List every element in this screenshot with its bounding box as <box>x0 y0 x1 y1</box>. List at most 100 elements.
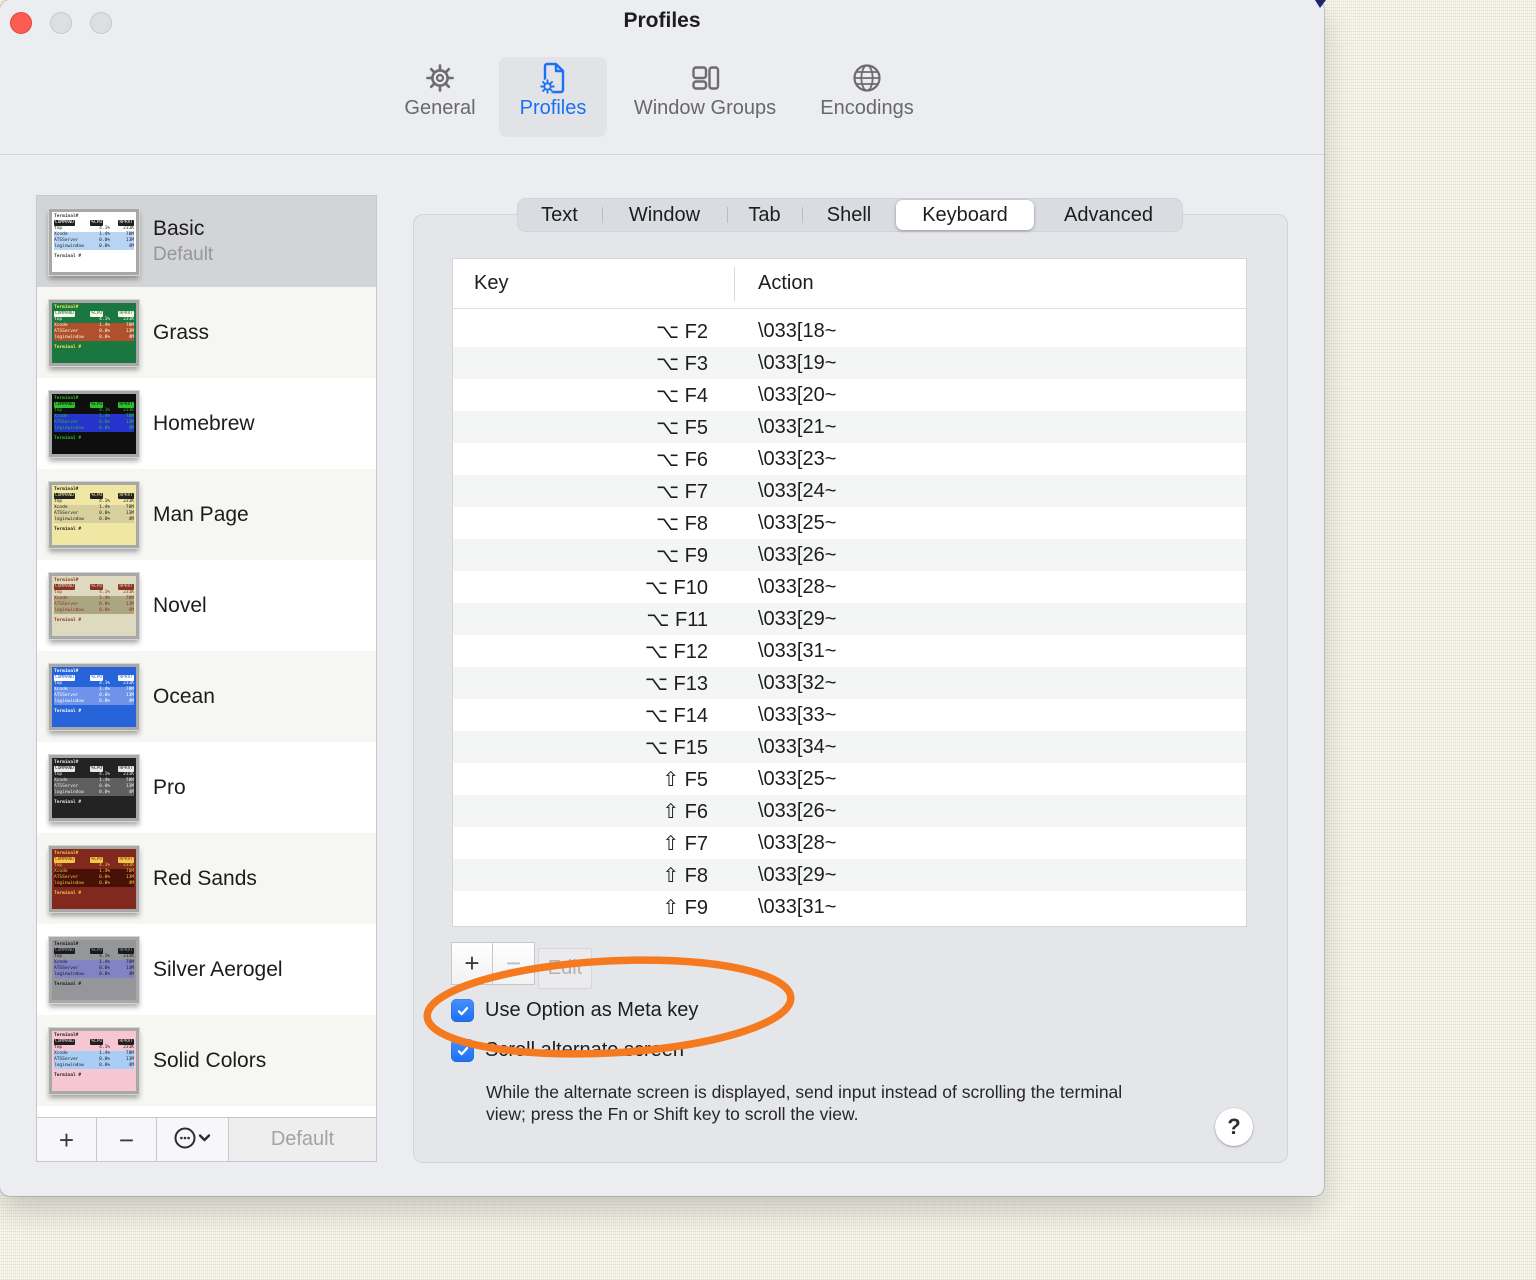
key-cell: ⇧ F5 <box>662 768 708 791</box>
set-default-button[interactable]: Default <box>229 1118 376 1161</box>
checkbox-checked-icon[interactable] <box>451 1039 474 1062</box>
key-cell: ⌥ F5 <box>656 416 708 439</box>
checkbox-checked-icon[interactable] <box>451 999 474 1022</box>
settings-tab-bar: Text Window Tab Shell Keyboard Advanced <box>517 198 1183 232</box>
action-cell: \033[25~ <box>758 511 837 534</box>
tab-text[interactable]: Text <box>517 198 602 232</box>
column-header-key[interactable]: Key <box>474 272 508 295</box>
profile-row-silver-aerogel[interactable]: Terminal# COMMAND %CPU RPRVT top 4.1% 231K Xcod… <box>37 924 376 1015</box>
key-cell: ⌥ F2 <box>656 320 708 343</box>
key-mapping-row[interactable]: ⌥ F2 \033[18~ <box>453 315 1246 347</box>
key-mapping-row[interactable]: ⌥ F8 \033[25~ <box>453 507 1246 539</box>
profile-row-red-sands[interactable]: Terminal# COMMAND %CPU RPRVT top 4.1% 231K Xcod… <box>37 833 376 924</box>
key-mapping-row[interactable]: ⌥ F11 \033[29~ <box>453 603 1246 635</box>
column-divider[interactable] <box>734 267 735 301</box>
scroll-alternate-screen-label: Scroll alternate screen <box>485 1039 684 1061</box>
key-mapping-row[interactable]: ⌥ F6 \033[23~ <box>453 443 1246 475</box>
profile-list: Terminal# COMMAND %CPU RPRVT top 4.1% 231K Xcod… <box>37 196 376 1117</box>
key-cell: ⌥ F6 <box>656 448 708 471</box>
tab-advanced[interactable]: Advanced <box>1034 198 1183 232</box>
add-profile-button[interactable]: + <box>37 1118 97 1161</box>
toolbar-item-general[interactable]: General <box>388 57 492 137</box>
profile-thumbnail: Terminal# COMMAND %CPU RPRVT top 4.1% 231K Xcod… <box>48 207 140 276</box>
action-cell: \033[31~ <box>758 639 837 662</box>
profile-thumbnail: Terminal# COMMAND %CPU RPRVT top 4.1% 231K Xcod… <box>48 298 140 367</box>
key-mapping-row[interactable]: ⌥ F14 \033[33~ <box>453 699 1246 731</box>
action-cell: \033[31~ <box>758 895 837 918</box>
key-mapping-row[interactable]: ⇧ F9 \033[31~ <box>453 891 1246 923</box>
profile-name: Basic <box>153 217 205 240</box>
key-mapping-row[interactable]: ⌥ F5 \033[21~ <box>453 411 1246 443</box>
profile-name: Silver Aerogel <box>153 957 283 981</box>
tab-shell[interactable]: Shell <box>802 198 896 232</box>
action-cell: \033[20~ <box>758 383 837 406</box>
key-mapping-row[interactable]: ⌥ F3 \033[19~ <box>453 347 1246 379</box>
key-mapping-row[interactable]: ⌥ F9 \033[26~ <box>453 539 1246 571</box>
help-button[interactable]: ? <box>1215 1108 1253 1146</box>
key-cell: ⌥ F10 <box>644 576 708 599</box>
profile-name: Homebrew <box>153 411 255 435</box>
window-title: Profiles <box>623 9 701 32</box>
key-mapping-row[interactable]: ⌥ F13 \033[32~ <box>453 667 1246 699</box>
profile-row-ocean[interactable]: Terminal# COMMAND %CPU RPRVT top 4.1% 231K Xcod… <box>37 651 376 742</box>
profile-row-homebrew[interactable]: Terminal# COMMAND %CPU RPRVT top 4.1% 231K Xcod… <box>37 378 376 469</box>
toolbar-item-profiles[interactable]: Profiles <box>499 57 607 137</box>
key-cell: ⌥ F13 <box>644 672 708 695</box>
tab-tab[interactable]: Tab <box>727 198 802 232</box>
key-mapping-row[interactable]: ⌥ F4 \033[20~ <box>453 379 1246 411</box>
key-cell: ⌥ F12 <box>644 640 708 663</box>
key-cell: ⌥ F8 <box>656 512 708 535</box>
profile-thumbnail: Terminal# COMMAND %CPU RPRVT top 4.1% 231K Xcod… <box>48 571 140 640</box>
tab-window[interactable]: Window <box>602 198 727 232</box>
profile-thumbnail: Terminal# COMMAND %CPU RPRVT top 4.1% 231K Xcod… <box>48 753 140 822</box>
profile-name: Man Page <box>153 502 249 526</box>
key-cell: ⌥ F4 <box>656 384 708 407</box>
key-mapping-row[interactable]: ⌥ F10 \033[28~ <box>453 571 1246 603</box>
add-key-button[interactable]: + <box>451 942 493 985</box>
column-header-action[interactable]: Action <box>758 272 814 295</box>
key-cell: ⌥ F9 <box>656 544 708 567</box>
profile-thumbnail: Terminal# COMMAND %CPU RPRVT top 4.1% 231K Xcod… <box>48 844 140 913</box>
key-cell: ⇧ F8 <box>662 864 708 887</box>
gear-icon <box>423 57 457 99</box>
toolbar-item-window-groups[interactable]: Window Groups <box>619 57 791 137</box>
remove-profile-button[interactable]: − <box>97 1118 157 1161</box>
scroll-alternate-screen-checkbox-row[interactable]: Scroll alternate screen <box>451 1039 684 1062</box>
profile-settings-panel: Key Action ⌥ F2 \033[18~ ⌥ F3 \033[19~ ⌥ F4 \… <box>413 214 1288 1163</box>
profile-row-solid-colors[interactable]: Terminal# COMMAND %CPU RPRVT top 4.1% 231K Xcod… <box>37 1015 376 1106</box>
table-header[interactable]: Key Action <box>453 259 1246 309</box>
profile-row-novel[interactable]: Terminal# COMMAND %CPU RPRVT top 4.1% 231K Xcod… <box>37 560 376 651</box>
profile-row-pro[interactable]: Terminal# COMMAND %CPU RPRVT top 4.1% 231K Xcod… <box>37 742 376 833</box>
table-body: ⌥ F2 \033[18~ ⌥ F3 \033[19~ ⌥ F4 \033[20~ ⌥ F5… <box>453 309 1246 923</box>
key-mapping-controls: + − <box>451 942 535 985</box>
tab-keyboard[interactable]: Keyboard <box>896 200 1034 230</box>
profile-name: Red Sands <box>153 866 257 890</box>
profile-row-basic[interactable]: Terminal# COMMAND %CPU RPRVT top 4.1% 231K Xcod… <box>37 196 376 287</box>
action-cell: \033[28~ <box>758 575 837 598</box>
profile-actions-menu-button[interactable] <box>157 1118 229 1161</box>
toolbar-item-encodings[interactable]: Encodings <box>797 57 937 137</box>
key-mapping-row[interactable]: ⌥ F15 \033[34~ <box>453 731 1246 763</box>
key-mapping-row[interactable]: ⇧ F7 \033[28~ <box>453 827 1246 859</box>
sidebar-footer: + − Default <box>37 1117 376 1161</box>
key-mapping-row[interactable]: ⇧ F8 \033[29~ <box>453 859 1246 891</box>
key-mapping-row[interactable]: ⇧ F6 \033[26~ <box>453 795 1246 827</box>
profile-thumbnail: Terminal# COMMAND %CPU RPRVT top 4.1% 231K Xcod… <box>48 662 140 731</box>
profile-row-grass[interactable]: Terminal# COMMAND %CPU RPRVT top 4.1% 231K Xcod… <box>37 287 376 378</box>
profile-name: Grass <box>153 320 210 344</box>
key-mapping-row[interactable]: ⇧ F5 \033[25~ <box>453 763 1246 795</box>
key-mapping-row[interactable]: ⌥ F12 \033[31~ <box>453 635 1246 667</box>
key-cell: ⌥ F15 <box>644 736 708 759</box>
ellipsis-circle-chevron-icon <box>172 1126 214 1154</box>
edit-key-button[interactable]: Edit <box>538 948 592 989</box>
profile-name: Pro <box>153 775 186 799</box>
profile-thumbnail: Terminal# COMMAND %CPU RPRVT top 4.1% 231K Xcod… <box>48 1026 140 1095</box>
action-cell: \033[26~ <box>758 799 837 822</box>
use-option-as-meta-checkbox-row[interactable]: Use Option as Meta key <box>451 999 698 1022</box>
profile-row-man-page[interactable]: Terminal# COMMAND %CPU RPRVT top 4.1% 231K Xcod… <box>37 469 376 560</box>
alternate-screen-help-text: While the alternate screen is displayed,… <box>486 1082 1123 1124</box>
key-mapping-row[interactable]: ⌥ F7 \033[24~ <box>453 475 1246 507</box>
key-cell: ⌥ F7 <box>656 480 708 503</box>
remove-key-button[interactable]: − <box>493 942 535 985</box>
action-cell: \033[32~ <box>758 671 837 694</box>
